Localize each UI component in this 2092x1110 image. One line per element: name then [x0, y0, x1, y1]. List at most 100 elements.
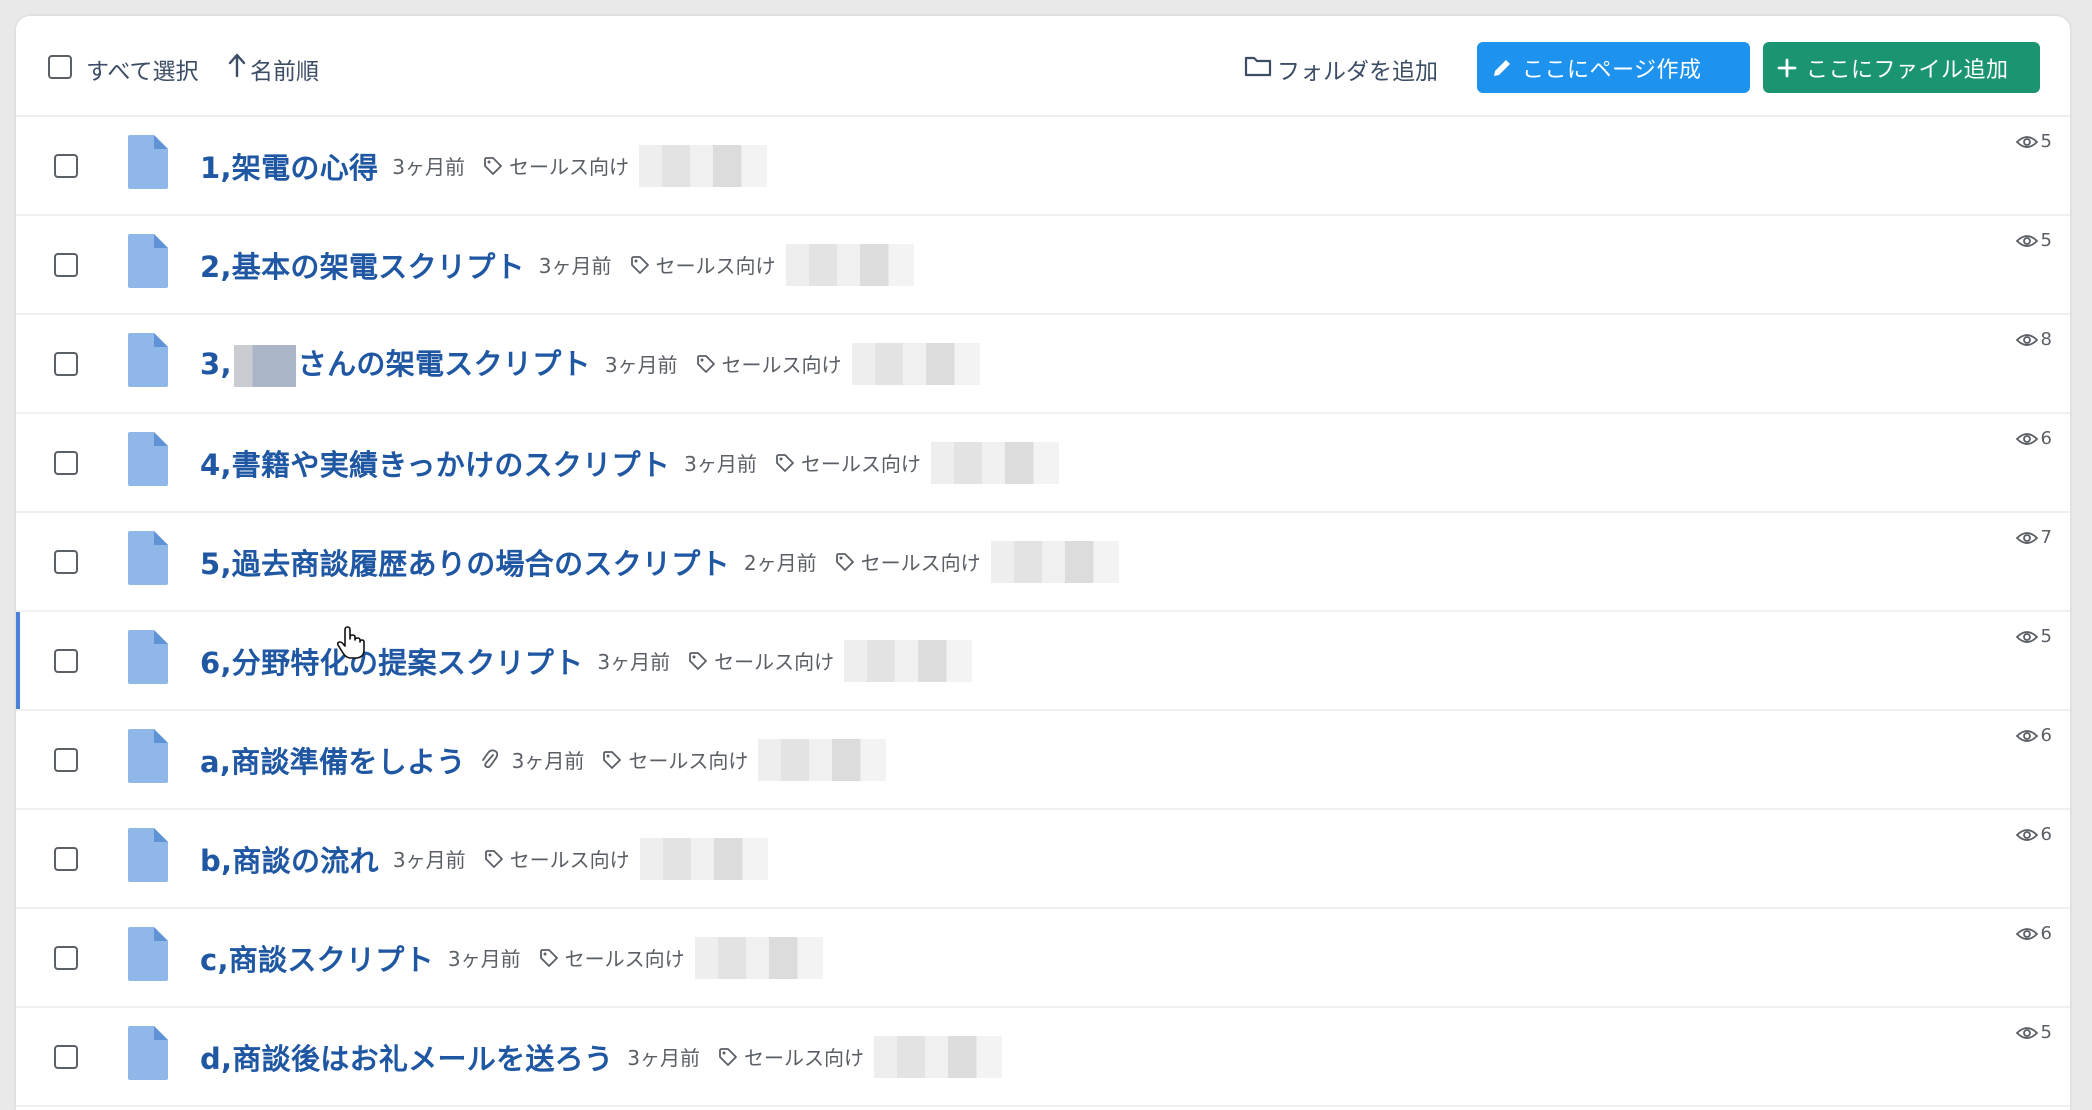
row-checkbox[interactable]: [54, 1045, 78, 1069]
sort-by-name-button[interactable]: 名前順: [250, 52, 319, 86]
list-item[interactable]: a,商談準備をしよう 3ヶ月前 セールス向け 6: [16, 711, 2070, 810]
item-date: 3ヶ月前: [597, 650, 671, 674]
row-checkbox[interactable]: [54, 550, 78, 574]
item-tag[interactable]: セールス向け: [602, 745, 748, 774]
folder-icon[interactable]: [1244, 54, 1272, 82]
view-count: 5: [2015, 1022, 2052, 1043]
item-tag[interactable]: セールス向け: [688, 646, 834, 675]
item-date: 3ヶ月前: [511, 749, 585, 773]
item-tag[interactable]: セールス向け: [775, 448, 921, 477]
view-count: 6: [2015, 923, 2052, 944]
redacted-author: [785, 243, 914, 286]
view-count: 6: [2015, 725, 2052, 746]
list-item[interactable]: 5,過去商談履歴ありの場合のスクリプト 2ヶ月前 セールス向け 7: [16, 513, 2070, 612]
tag-icon: [835, 552, 854, 571]
eye-icon: [2015, 531, 2038, 544]
document-icon: [126, 1024, 170, 1086]
eye-icon: [2015, 630, 2038, 643]
list-item[interactable]: 3, さんの架電スクリプト 3ヶ月前 セールス向け 8: [16, 315, 2070, 414]
tag-icon: [630, 255, 649, 274]
item-tag[interactable]: セールス向け: [483, 151, 629, 180]
list-item[interactable]: 1,架電の心得 3ヶ月前 セールス向け 5: [16, 117, 2070, 216]
item-tag[interactable]: セールス向け: [630, 250, 776, 279]
create-page-label: ここにページ作成: [1522, 57, 1702, 83]
item-title[interactable]: 4,書籍や実績きっかけのスクリプト: [200, 442, 670, 484]
eye-icon: [2015, 1026, 2038, 1039]
redacted-author: [844, 639, 973, 682]
eye-icon: [2015, 729, 2038, 742]
item-date: 3ヶ月前: [627, 1046, 701, 1070]
add-file-button[interactable]: ここにファイル追加: [1763, 42, 2040, 93]
list-item[interactable]: b,商談の流れ 3ヶ月前 セールス向け 6: [16, 810, 2070, 909]
redacted-author: [874, 1035, 1003, 1078]
redacted-author: [758, 738, 887, 781]
document-icon: [126, 628, 170, 690]
item-title[interactable]: d,商談後はお礼メールを送ろう: [200, 1036, 613, 1078]
eye-icon: [2015, 333, 2038, 346]
list-item[interactable]: c,商談スクリプト 3ヶ月前 セールス向け 6: [16, 909, 2070, 1008]
tag-icon: [484, 156, 502, 175]
add-file-label: ここにファイル追加: [1806, 57, 2009, 83]
eye-icon: [2015, 432, 2038, 445]
redacted-author: [930, 441, 1059, 484]
list-item[interactable]: 2,基本の架電スクリプト 3ヶ月前 セールス向け 5: [16, 216, 2070, 315]
redacted-author: [694, 936, 823, 979]
item-title[interactable]: 3, さんの架電スクリプト: [200, 341, 591, 387]
item-date: 3ヶ月前: [604, 353, 678, 377]
item-date: 3ヶ月前: [684, 452, 757, 476]
arrow-up-icon[interactable]: [228, 52, 246, 82]
item-date: 3ヶ月前: [538, 254, 612, 278]
plus-icon: [1777, 58, 1797, 78]
row-checkbox[interactable]: [54, 946, 78, 970]
item-title[interactable]: a,商談準備をしよう: [200, 739, 466, 781]
list-item[interactable]: d,商談後はお礼メールを送ろう 3ヶ月前 セールス向け 5: [16, 1008, 2070, 1107]
row-checkbox[interactable]: [54, 154, 78, 178]
item-tag[interactable]: セールス向け: [718, 1042, 864, 1071]
row-checkbox[interactable]: [54, 253, 78, 277]
tag-icon: [689, 651, 708, 670]
row-checkbox[interactable]: [54, 748, 78, 772]
row-checkbox[interactable]: [54, 847, 78, 871]
document-icon: [126, 925, 170, 987]
item-title[interactable]: 1,架電の心得: [200, 145, 378, 187]
item-title[interactable]: 6,分野特化の提案スクリプト: [200, 640, 583, 682]
create-page-button[interactable]: ここにページ作成: [1477, 42, 1750, 93]
document-icon: [126, 331, 170, 393]
add-folder-button[interactable]: フォルダを追加: [1277, 52, 1438, 86]
view-count: 5: [2015, 626, 2052, 647]
item-tag[interactable]: セールス向け: [835, 547, 981, 576]
document-icon: [126, 430, 170, 492]
list-item[interactable]: 4,書籍や実績きっかけのスクリプト 3ヶ月前 セールス向け 6: [16, 414, 2070, 513]
tag-icon: [603, 750, 622, 769]
view-count: 5: [2015, 131, 2052, 152]
document-icon: [126, 529, 170, 591]
item-title[interactable]: 2,基本の架電スクリプト: [200, 244, 525, 286]
hand-cursor-icon: [336, 626, 366, 664]
item-title[interactable]: 5,過去商談履歴ありの場合のスクリプト: [200, 541, 730, 583]
select-all-label[interactable]: すべて選択: [86, 52, 198, 86]
row-checkbox[interactable]: [54, 649, 78, 673]
redacted-author: [639, 144, 768, 187]
item-tag[interactable]: セールス向け: [696, 349, 842, 378]
item-tag[interactable]: セールス向け: [539, 943, 685, 972]
tag-icon: [775, 453, 794, 472]
redacted-author: [990, 540, 1119, 583]
tag-icon: [484, 849, 503, 868]
item-title[interactable]: b,商談の流れ: [200, 838, 379, 880]
file-list-panel: すべて選択 名前順 フォルダを追加 ここにページ作成 ここにファイル追加 1,架…: [16, 16, 2070, 1110]
item-date: 3ヶ月前: [392, 155, 466, 179]
row-checkbox[interactable]: [54, 451, 78, 475]
document-icon: [126, 232, 170, 294]
redacted-name: [233, 344, 296, 387]
item-title[interactable]: c,商談スクリプト: [200, 937, 434, 979]
item-date: 3ヶ月前: [447, 947, 521, 971]
item-date: 2ヶ月前: [743, 551, 817, 575]
row-checkbox[interactable]: [54, 352, 78, 376]
paperclip-icon: [480, 748, 498, 772]
select-all-checkbox[interactable]: [48, 55, 72, 79]
view-count: 8: [2015, 329, 2052, 350]
list-toolbar: すべて選択 名前順 フォルダを追加 ここにページ作成 ここにファイル追加: [16, 16, 2070, 117]
item-tag[interactable]: セールス向け: [484, 844, 630, 873]
list-item[interactable]: 6,分野特化の提案スクリプト 3ヶ月前 セールス向け 5: [16, 612, 2070, 711]
item-date: 3ヶ月前: [392, 848, 466, 872]
